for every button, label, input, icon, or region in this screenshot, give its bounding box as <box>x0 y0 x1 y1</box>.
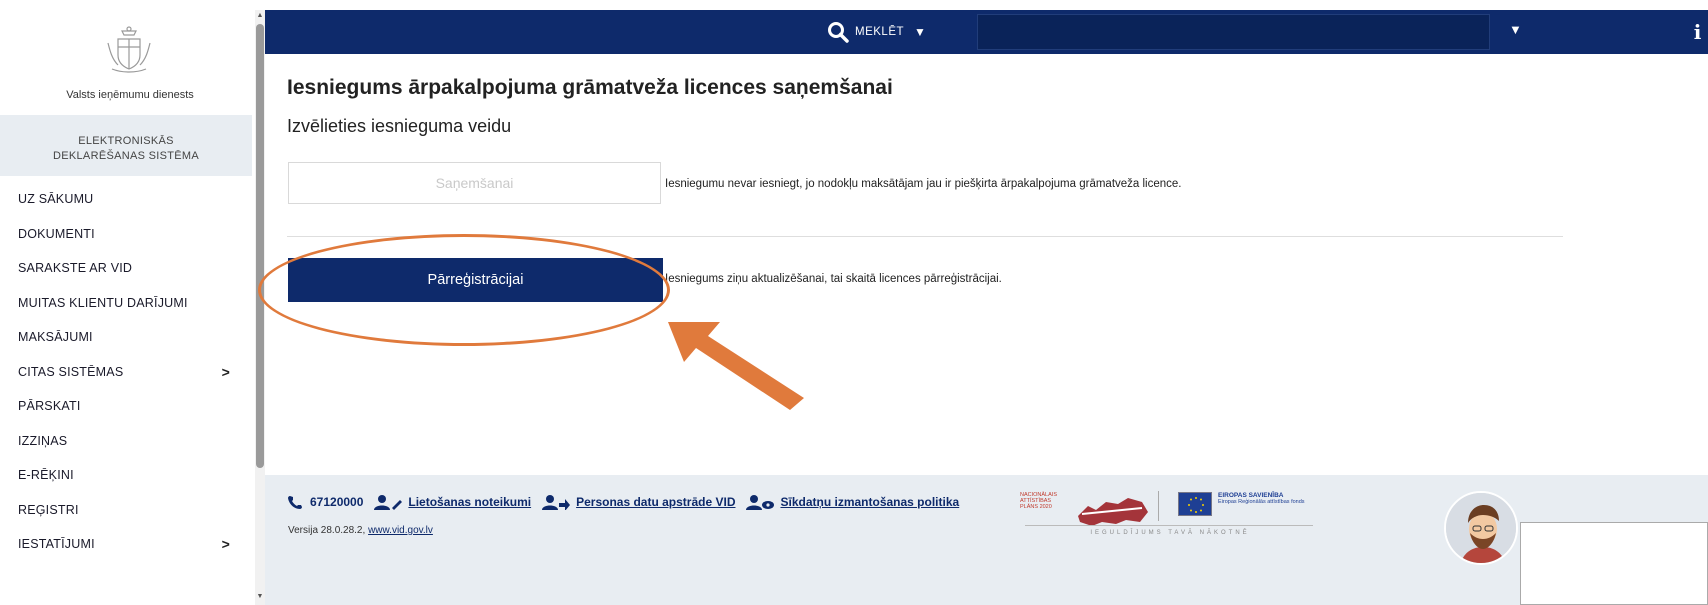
sidebar-item-home[interactable]: UZ SĀKUMU <box>0 182 252 217</box>
eu-slogan: IEGULDĪJUMS TAVĀ NĀKOTNĒ <box>1090 530 1250 536</box>
assistant-avatar[interactable] <box>1444 491 1518 565</box>
search-input[interactable] <box>977 14 1490 50</box>
terms-link[interactable]: Lietošanas noteikumi <box>373 494 531 510</box>
nap-2020-logo: NACIONĀLAIS ATTĪSTĪBAS PLĀNS 2020 <box>1020 490 1152 526</box>
eu-title: EIROPAS SAVIENĪBA <box>1218 492 1284 499</box>
info-button[interactable]: i <box>1687 10 1708 54</box>
section-subtitle: Izvēlieties iesnieguma veidu <box>287 116 512 136</box>
sidebar-item-customs-transactions[interactable]: MUITAS KLIENTU DARĪJUMI <box>0 286 252 321</box>
chevron-right-icon: > <box>221 363 230 380</box>
sidebar-item-settings[interactable]: IESTATĪJUMI > <box>0 527 252 562</box>
eu-flag-icon <box>1178 492 1212 516</box>
highlight-arrow-icon <box>668 322 804 410</box>
chevron-right-icon: > <box>221 536 230 553</box>
cookies-link[interactable]: Sīkdatņu izmantošanas politika <box>745 494 959 510</box>
sidebar-item-other-systems[interactable]: CITAS SISTĒMAS > <box>0 355 252 390</box>
logo-underline <box>1025 525 1313 526</box>
sidebar-item-label: IZZIŅAS <box>18 433 68 448</box>
divider <box>287 236 1563 237</box>
sidebar-item-reports[interactable]: PĀRSKATI <box>0 389 252 424</box>
system-name-box: ELEKTRONISKĀS DEKLARĒŠANAS SISTĒMA <box>0 115 252 176</box>
search-label: MEKLĒT <box>855 26 905 38</box>
page-root: Valsts ieņēmumu dienests ELEKTRONISKĀS D… <box>0 0 1708 605</box>
footer-links: 67120000 Lietošanas noteikumi Personas d… <box>287 494 959 510</box>
sidebar-item-label: REĢISTRI <box>18 502 79 517</box>
user-edit-icon <box>374 495 403 510</box>
sidebar-item-label: PĀRSKATI <box>18 399 81 414</box>
sidebar-item-label: UZ SĀKUMU <box>18 192 94 207</box>
phone-link[interactable]: 67120000 <box>287 494 363 510</box>
reregistration-button[interactable]: Pārreģistrācijai <box>288 258 663 302</box>
version-info: Versija 28.0.28.2, www.vid.gov.lv <box>288 525 433 536</box>
user-arrow-icon <box>542 495 571 510</box>
version-text: Versija 28.0.28.2, <box>288 525 366 536</box>
privacy-label: Personas datu apstrāde VID <box>576 495 736 509</box>
reregistration-description: Iesniegums ziņu aktualizēšanai, tai skai… <box>665 273 1002 285</box>
sidebar: Valsts ieņēmumu dienests ELEKTRONISKĀS D… <box>0 10 265 605</box>
sidebar-item-payments[interactable]: MAKSĀJUMI <box>0 320 252 355</box>
sidebar-item-label: E-RĒĶINI <box>18 468 74 483</box>
sidebar-item-documents[interactable]: DOKUMENTI <box>0 217 252 252</box>
privacy-link[interactable]: Personas datu apstrāde VID <box>541 494 735 510</box>
sidebar-nav: UZ SĀKUMU DOKUMENTI SARAKSTE AR VID MUIT… <box>0 182 252 562</box>
scroll-thumb[interactable] <box>256 24 264 468</box>
footer: 67120000 Lietošanas noteikumi Personas d… <box>265 475 1708 605</box>
chat-widget[interactable] <box>1520 522 1708 605</box>
receive-license-description: Iesniegumu nevar iesniegt, jo nodokļu ma… <box>665 178 1182 190</box>
sidebar-item-statements[interactable]: IZZIŅAS <box>0 424 252 459</box>
search-button[interactable]: MEKLĒT ▼ <box>813 10 933 54</box>
receive-license-button[interactable]: Saņemšanai <box>288 162 661 204</box>
top-bar: MEKLĒT ▼ ▼ i <box>265 10 1708 54</box>
sidebar-item-registers[interactable]: REĢISTRI <box>0 493 252 528</box>
sidebar-item-correspondence[interactable]: SARAKSTE AR VID <box>0 251 252 286</box>
assistant-avatar-icon <box>1446 493 1516 563</box>
coat-of-arms-icon <box>107 26 151 73</box>
page-title: Iesniegums ārpakalpojuma grāmatveža lice… <box>287 76 893 99</box>
cookies-label: Sīkdatņu izmantošanas politika <box>780 495 960 509</box>
phone-icon <box>288 496 302 509</box>
sidebar-item-label: MUITAS KLIENTU DARĪJUMI <box>18 295 188 310</box>
system-name-line1: ELEKTRONISKĀS <box>78 135 174 147</box>
sidebar-item-label: DOKUMENTI <box>18 226 95 241</box>
eu-fund: Eiropas Reģionālās attīstības fonds <box>1218 499 1305 505</box>
system-name-line2: DEKLARĒŠANAS SISTĒMA <box>53 150 199 162</box>
sidebar-item-label: CITAS SISTĒMAS <box>18 364 124 379</box>
chevron-down-icon[interactable]: ▼ <box>1509 22 1522 37</box>
search-icon <box>828 22 849 43</box>
chevron-down-icon: ▼ <box>914 25 927 39</box>
sidebar-item-e-invoices[interactable]: E-RĒĶINI <box>0 458 252 493</box>
user-eye-icon <box>746 495 775 510</box>
sidebar-item-label: MAKSĀJUMI <box>18 330 93 345</box>
scroll-down-arrow-icon[interactable]: ▼ <box>255 593 265 603</box>
sidebar-item-label: SARAKSTE AR VID <box>18 261 133 276</box>
terms-label: Lietošanas noteikumi <box>408 495 532 509</box>
logo-separator <box>1158 491 1159 521</box>
vid-logo[interactable]: Valsts ieņēmumu dienests <box>0 10 260 112</box>
latvia-map-icon <box>1078 498 1148 526</box>
eu-logo-text: EIROPAS SAVIENĪBA Eiropas Reģionālās att… <box>1218 492 1308 506</box>
sidebar-item-label: IESTATĪJUMI <box>18 537 95 552</box>
phone-number: 67120000 <box>310 495 364 509</box>
agency-name: Valsts ieņēmumu dienests <box>66 89 194 101</box>
nap-text: NACIONĀLAIS ATTĪSTĪBAS PLĀNS 2020 <box>1020 492 1057 510</box>
scroll-up-arrow-icon[interactable]: ▲ <box>255 12 265 22</box>
vid-website-link[interactable]: www.vid.gov.lv <box>368 525 433 536</box>
sidebar-scrollbar[interactable]: ▲ ▼ <box>255 10 265 605</box>
